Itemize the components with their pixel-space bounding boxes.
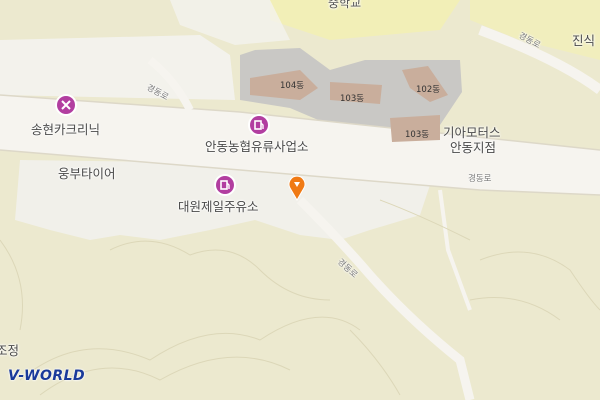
place-label-top-right: 진식	[572, 33, 596, 48]
building-label: 102동	[416, 85, 441, 95]
gas-station-icon	[254, 120, 264, 130]
school-label: 중학교	[328, 0, 362, 10]
poi-label[interactable]: 안동농협유류사업소	[205, 136, 309, 155]
kia-label-line2[interactable]: 안동지점	[450, 137, 496, 156]
gas-station-poi[interactable]	[216, 176, 234, 194]
poi-label[interactable]: 대원제일주유소	[178, 196, 259, 215]
vworld-logo: V-WORLD	[8, 368, 86, 384]
side-road-4	[438, 189, 472, 311]
building-label: 103동	[405, 130, 430, 140]
lot-left	[0, 35, 235, 100]
map-view[interactable]: 104동 103동 102동 103동 경동로 경동로 경동로 경동로 중학교 …	[0, 0, 600, 400]
place-label-left-edge: 조정	[0, 343, 20, 358]
location-marker-icon[interactable]	[287, 175, 307, 201]
poi-label[interactable]: 송현카크리닉	[31, 119, 100, 138]
car-repair-icon	[61, 100, 71, 110]
gas-station-poi[interactable]	[250, 116, 268, 134]
road-label: 경동로	[468, 174, 492, 184]
tire-shop-label[interactable]: 웅부타이어	[58, 163, 116, 182]
car-repair-poi[interactable]	[57, 96, 75, 114]
gas-station-icon	[220, 180, 230, 190]
building-label: 103동	[340, 94, 365, 104]
building-label: 104동	[280, 81, 305, 91]
school-area	[270, 0, 460, 40]
